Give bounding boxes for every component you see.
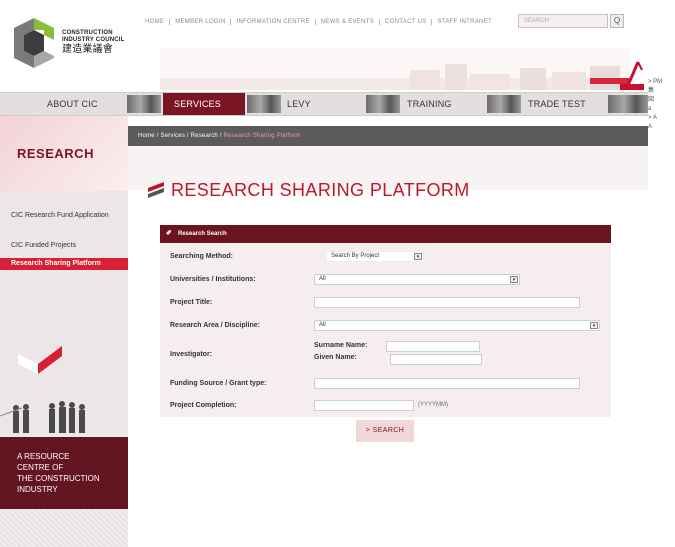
- tagline-line: THE CONSTRUCTION: [17, 474, 100, 483]
- breadcrumb-current: Research Sharing Platform: [223, 133, 301, 139]
- cic-logo-text[interactable]: CONSTRUCTION INDUSTRY COUNCIL 建造業議會: [62, 30, 125, 56]
- breadcrumb-separator: /: [156, 133, 159, 139]
- universities-label: Universities / Institutions:: [170, 276, 256, 283]
- sidebar: RESEARCH CIC Research Fund Application C…: [0, 116, 128, 547]
- nav-about-cic[interactable]: ABOUT CIC: [47, 93, 98, 115]
- nav-training[interactable]: TRAINING: [407, 93, 452, 115]
- sidebar-title: RESEARCH: [17, 146, 94, 161]
- research-area-select[interactable]: All ▾: [314, 320, 600, 331]
- topnav-staff-intranet[interactable]: STAFF INTRANET: [432, 19, 496, 25]
- research-area-label: Research Area / Discipline:: [170, 322, 261, 329]
- nav-trade-test[interactable]: TRADE TEST: [528, 93, 586, 115]
- page-title: RESEARCH SHARING PLATFORM: [171, 179, 470, 200]
- chevron-emblem-icon: [18, 346, 62, 374]
- cic-logo-mark[interactable]: [12, 18, 56, 68]
- sidebar-header: RESEARCH: [0, 116, 128, 191]
- page-title-wrap: RESEARCH SHARING PLATFORM: [148, 178, 470, 202]
- nav-services[interactable]: SERVICES: [163, 93, 245, 115]
- logo-chinese: 建造業議會: [62, 44, 113, 55]
- sidebar-item-funded-projects[interactable]: CIC Funded Projects: [0, 241, 128, 250]
- sidebar-footer-pattern: [0, 509, 128, 547]
- nav-thumb-training: [366, 95, 400, 113]
- nav-levy[interactable]: LEVY: [287, 93, 311, 115]
- surname-label: Surname Name:: [314, 342, 368, 349]
- nav-thumb-extra: [608, 95, 648, 113]
- completion-format-hint: (YYYYMM): [418, 402, 448, 408]
- right-edge-line: 集: [648, 88, 655, 94]
- right-edge-line[interactable]: > PM: [648, 78, 675, 87]
- workers-silhouette-image: [0, 401, 85, 433]
- research-search-panel: ✐ Research Search Searching Method: Sear…: [160, 225, 611, 417]
- nav-thumb-levy: [247, 95, 281, 113]
- nav-thumb-services: [127, 95, 161, 113]
- panel-header-label: Research Search: [178, 231, 227, 237]
- given-name-label: Given Name:: [314, 354, 357, 361]
- title-stripes-icon: [148, 182, 164, 198]
- tagline-line: A RESOURCE: [17, 452, 70, 461]
- chevron-down-icon: ▾: [590, 322, 598, 329]
- site-header: CONSTRUCTION INDUSTRY COUNCIL 建造業議會 HOME…: [0, 0, 648, 92]
- site-search-input[interactable]: SEARCH: [518, 14, 608, 28]
- tagline-line: INDUSTRY: [17, 485, 58, 494]
- search-button[interactable]: > SEARCH: [356, 420, 414, 442]
- breadcrumb-home[interactable]: Home: [138, 133, 155, 139]
- right-edge-line: A: [648, 124, 653, 130]
- panel-header: ✐ Research Search: [160, 225, 611, 243]
- universities-select[interactable]: All ▾: [314, 274, 520, 285]
- top-utility-nav: HOME MEMBER LOGIN INFORMATION CENTRE NEW…: [140, 13, 497, 31]
- main-content: Home / Services / Research / Research Sh…: [128, 116, 648, 547]
- searching-method-label: Searching Method:: [170, 253, 234, 260]
- right-edge-links: > PM 集 図 a > A A: [648, 78, 675, 132]
- breadcrumb: Home / Services / Research / Research Sh…: [128, 126, 648, 146]
- breadcrumb-separator: /: [186, 133, 189, 139]
- universities-value: All: [319, 276, 326, 282]
- research-area-value: All: [319, 322, 326, 328]
- header-banner-image: [160, 48, 630, 90]
- searching-method-select[interactable]: Search By Project ▾: [326, 251, 424, 262]
- sidebar-tagline: A RESOURCE CENTRE OF THE CONSTRUCTION IN…: [0, 437, 128, 509]
- nav-thumb-trade-test: [487, 95, 521, 113]
- main-navigation: ABOUT CIC SERVICES LEVY TRAINING TRADE T…: [0, 92, 648, 116]
- project-completion-label: Project Completion:: [170, 402, 237, 409]
- topnav-home[interactable]: HOME: [140, 19, 171, 25]
- project-completion-input[interactable]: [314, 400, 414, 411]
- breadcrumb-separator: /: [219, 133, 222, 139]
- breadcrumb-research[interactable]: Research: [191, 133, 218, 139]
- chevron-down-icon: ▾: [510, 276, 518, 283]
- chevron-down-icon: ▾: [414, 253, 422, 260]
- pencil-icon: ✐: [166, 230, 172, 237]
- breadcrumb-services[interactable]: Services: [160, 133, 185, 139]
- project-title-input[interactable]: [314, 297, 580, 308]
- searching-method-value: Search By Project: [331, 253, 380, 259]
- logo-line-2: INDUSTRY COUNCIL: [62, 37, 125, 43]
- sidebar-item-research-sharing-platform[interactable]: Research Sharing Platform: [0, 258, 128, 270]
- investigator-label: Investigator:: [170, 351, 213, 358]
- funding-source-label: Funding Source / Grant type:: [170, 380, 267, 387]
- skyline-graphic: [160, 64, 630, 90]
- topnav-information-centre[interactable]: INFORMATION CENTRE: [231, 19, 316, 25]
- logo-line-1: CONSTRUCTION: [62, 30, 113, 36]
- search-icon[interactable]: Q: [610, 14, 624, 28]
- topnav-news-events[interactable]: NEWS & EVENTS: [316, 19, 381, 25]
- topnav-contact-us[interactable]: CONTACT US: [380, 19, 433, 25]
- right-edge-line: a: [648, 106, 652, 112]
- funding-source-input[interactable]: [314, 378, 580, 389]
- tagline-line: CENTRE OF: [17, 463, 64, 472]
- sidebar-item-research-fund-application[interactable]: CIC Research Fund Application: [0, 211, 128, 220]
- crane-icon: [620, 61, 644, 90]
- surname-input[interactable]: [386, 341, 480, 352]
- right-edge-line: 図: [648, 97, 655, 103]
- right-edge-line[interactable]: > A: [648, 114, 675, 123]
- project-title-label: Project Title:: [170, 299, 213, 306]
- topnav-member-login[interactable]: MEMBER LOGIN: [170, 19, 232, 25]
- given-name-input[interactable]: [390, 354, 482, 365]
